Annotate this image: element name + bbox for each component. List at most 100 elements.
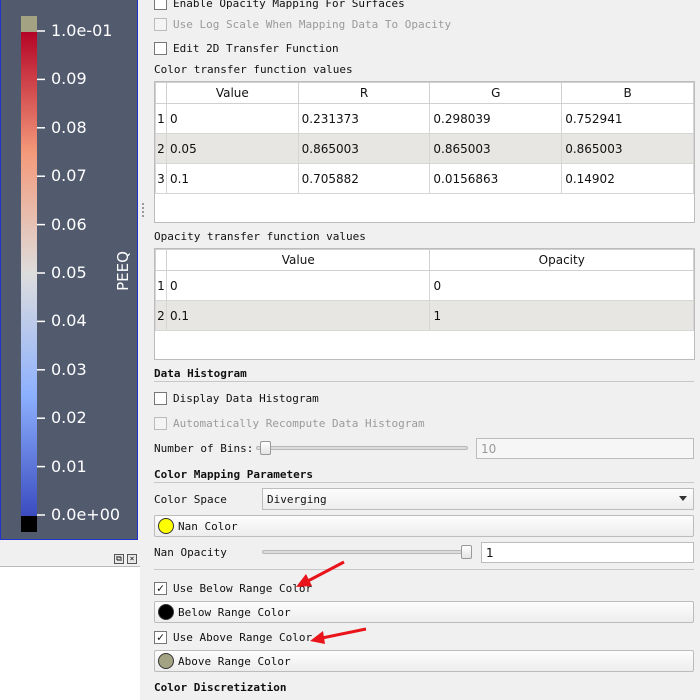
above-range-swatch: [158, 653, 174, 669]
table-cell[interactable]: 0.298039: [429, 103, 563, 134]
column-header[interactable]: R: [297, 82, 431, 104]
colorbar-tick-label: 0.02: [51, 408, 87, 428]
edit-2d-label: Edit 2D Transfer Function: [173, 41, 339, 55]
table-cell[interactable]: 0.865003: [297, 133, 431, 164]
table-cell[interactable]: 0.0156863: [429, 163, 563, 194]
restore-icon[interactable]: ⧉: [114, 554, 124, 564]
nan-opacity-slider-handle[interactable]: [461, 545, 472, 559]
table-cell[interactable]: 0.05: [165, 133, 299, 164]
table-cell[interactable]: 0.865003: [429, 133, 563, 164]
secondary-view-pane: ⧉ ×: [0, 540, 140, 700]
row-index[interactable]: 1: [155, 270, 167, 301]
column-header[interactable]: Value: [165, 82, 299, 104]
row-index[interactable]: 1: [155, 103, 167, 134]
table-row[interactable]: 1 0 0: [155, 270, 694, 301]
table-row[interactable]: 1 0 0.231373 0.298039 0.752941: [155, 103, 694, 134]
opacity-tf-title: Opacity transfer function values: [154, 229, 366, 243]
use-below-range-checkbox[interactable]: ✓: [154, 581, 167, 595]
row-index[interactable]: 2: [155, 300, 167, 331]
above-range-label: Above Range Color: [178, 654, 291, 668]
table-cell[interactable]: 0.752941: [561, 103, 694, 134]
color-mapping-title: Color Mapping Parameters: [154, 467, 313, 481]
colorbar-tick-label: 0.01: [51, 456, 87, 476]
colorbar-tick-label: 0.06: [51, 214, 87, 234]
auto-recompute-row: Automatically Recompute Data Histogram: [154, 414, 425, 432]
corner-header: [155, 249, 167, 271]
colorbar-tick-label: 1.0e-01: [51, 21, 113, 40]
use-above-range-label: Use Above Range Color: [173, 630, 313, 644]
row-index[interactable]: 2: [155, 133, 167, 164]
log-scale-checkbox[interactable]: [154, 17, 167, 31]
column-header[interactable]: Value: [165, 249, 431, 271]
color-space-select[interactable]: Diverging: [262, 488, 694, 510]
color-gradient: [21, 32, 37, 516]
colorbar-tick-label: 0.04: [51, 311, 87, 331]
column-header[interactable]: Opacity: [429, 249, 694, 271]
row-index[interactable]: 3: [155, 163, 167, 194]
annotation-arrow-icon: [296, 560, 345, 587]
table-cell[interactable]: 0: [165, 103, 299, 134]
use-above-range-row[interactable]: ✓ Use Above Range Color: [154, 628, 312, 646]
enable-opacity-label: Enable Opacity Mapping For Surfaces: [173, 0, 405, 10]
data-histogram-title: Data Histogram: [154, 366, 247, 380]
table-cell[interactable]: 0.865003: [561, 133, 694, 164]
edit-2d-row[interactable]: Edit 2D Transfer Function: [154, 39, 339, 57]
table-cell[interactable]: 0.1: [165, 163, 299, 194]
empty-view[interactable]: [0, 566, 140, 700]
bins-slider-handle[interactable]: [260, 441, 271, 455]
nan-opacity-slider-track[interactable]: [262, 550, 472, 554]
render-view[interactable]: 1.0e-01 0.09 0.08 0.07 0.06 0.05 0.04 0.03 0.02 0…: [0, 0, 138, 540]
column-header[interactable]: G: [429, 82, 563, 104]
nan-color-button[interactable]: Nan Color: [154, 515, 694, 537]
nan-color-label: Nan Color: [178, 519, 238, 533]
table-row[interactable]: 3 0.1 0.705882 0.0156863 0.14902: [155, 163, 694, 194]
nan-color-swatch: [158, 518, 174, 534]
log-scale-row: Use Log Scale When Mapping Data To Opaci…: [154, 15, 451, 33]
color-tf-table[interactable]: Value R G B 1 0 0.231373 0.298039 0.7529…: [155, 82, 694, 194]
table-cell[interactable]: 0.705882: [297, 163, 431, 194]
pane-toolbar: ⧉ ×: [0, 542, 140, 564]
below-range-color-button[interactable]: Below Range Color: [154, 601, 694, 623]
log-scale-label: Use Log Scale When Mapping Data To Opaci…: [173, 17, 452, 31]
enable-opacity-checkbox[interactable]: [154, 0, 167, 10]
colorbar-tick-label: 0.08: [51, 117, 87, 137]
chevron-down-icon: [679, 496, 687, 501]
opacity-tf-table[interactable]: Value Opacity 1 0 0 2 0.1 1: [155, 249, 694, 331]
corner-header: [155, 82, 167, 104]
nan-opacity-input[interactable]: 1: [481, 542, 694, 563]
table-cell[interactable]: 1: [429, 300, 694, 331]
below-range-swatch: [21, 516, 37, 532]
table-cell[interactable]: 0.14902: [561, 163, 694, 194]
table-cell[interactable]: 0.231373: [297, 103, 431, 134]
enable-opacity-row[interactable]: Enable Opacity Mapping For Surfaces: [154, 0, 405, 12]
color-tf-title: Color transfer function values: [154, 62, 353, 76]
colorbar-tick-label: 0.09: [51, 69, 87, 89]
below-range-label: Below Range Color: [178, 605, 291, 619]
colorbar-tick-label: 0.07: [51, 166, 87, 186]
display-histogram-checkbox[interactable]: [154, 391, 167, 405]
colorbar-tick-label: 0.0e+00: [51, 505, 121, 524]
use-above-range-checkbox[interactable]: ✓: [154, 630, 167, 644]
column-header[interactable]: B: [561, 82, 694, 104]
above-range-color-button[interactable]: Above Range Color: [154, 650, 694, 672]
display-histogram-label: Display Data Histogram: [173, 391, 319, 405]
table-row[interactable]: 2 0.05 0.865003 0.865003 0.865003: [155, 133, 694, 164]
use-below-range-row[interactable]: ✓ Use Below Range Color: [154, 579, 312, 597]
close-icon[interactable]: ×: [127, 554, 137, 564]
colorbar-tick-label: 0.03: [51, 359, 87, 379]
display-histogram-row[interactable]: Display Data Histogram: [154, 389, 319, 407]
section-divider: [154, 381, 694, 382]
edit-2d-checkbox[interactable]: [154, 41, 167, 55]
bins-input[interactable]: 10: [476, 438, 694, 459]
nan-opacity-label: Nan Opacity: [154, 545, 227, 559]
table-row[interactable]: 2 0.1 1: [155, 300, 694, 331]
properties-panel: Enable Opacity Mapping For Surfaces Use …: [146, 0, 700, 700]
table-cell[interactable]: 0: [429, 270, 694, 301]
bins-slider-track[interactable]: [256, 446, 468, 450]
table-cell[interactable]: 0.1: [165, 300, 431, 331]
section-divider: [154, 482, 694, 483]
auto-recompute-checkbox[interactable]: [154, 416, 167, 430]
table-cell[interactable]: 0: [165, 270, 431, 301]
annotation-arrow-icon: [310, 627, 367, 644]
colorbar-title: PEEQ: [114, 251, 132, 291]
